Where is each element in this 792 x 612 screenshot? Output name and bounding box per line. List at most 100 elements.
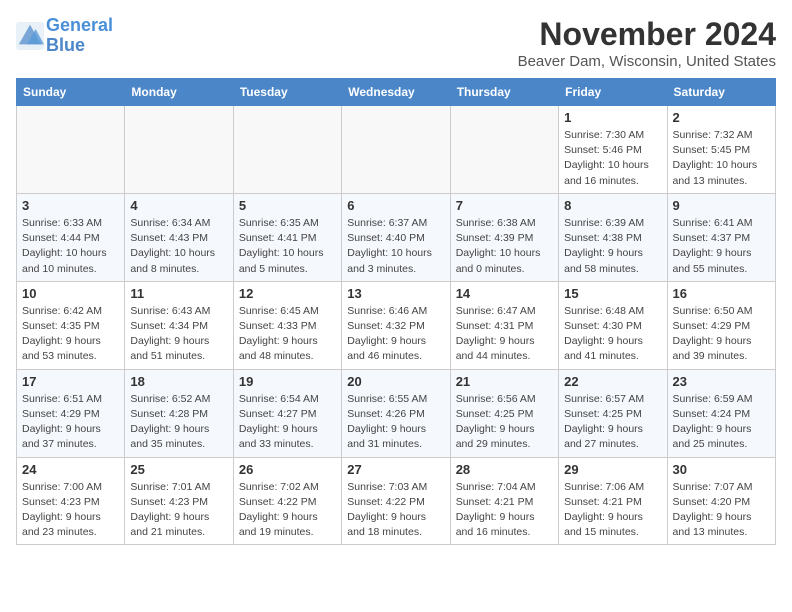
logo-icon [16, 22, 44, 50]
calendar-cell: 30 Sunrise: 7:07 AM Sunset: 4:20 PM Dayli… [667, 457, 775, 545]
col-header-monday: Monday [125, 79, 233, 106]
day-number: 13 [347, 286, 444, 301]
calendar-cell: 3Sunrise: 6:33 AM Sunset: 4:44 PM Daylig… [17, 193, 125, 281]
calendar-cell: 25 Sunrise: 7:01 AM Sunset: 4:23 PM Dayli… [125, 457, 233, 545]
day-info: Sunrise: 6:42 AM Sunset: 4:35 PM Dayligh… [22, 304, 119, 365]
logo-blue: Blue [46, 35, 85, 55]
col-header-wednesday: Wednesday [342, 79, 450, 106]
calendar-cell: 7 Sunrise: 6:38 AM Sunset: 4:39 PM Daylig… [450, 193, 558, 281]
calendar-cell: 10 Sunrise: 6:42 AM Sunset: 4:35 PM Dayli… [17, 281, 125, 369]
calendar-cell [450, 106, 558, 194]
day-info: Sunrise: 6:46 AM Sunset: 4:32 PM Dayligh… [347, 304, 444, 365]
day-number: 2 [673, 110, 770, 125]
calendar-cell: 19 Sunrise: 6:54 AM Sunset: 4:27 PM Dayli… [233, 369, 341, 457]
day-info: Sunrise: 7:32 AM Sunset: 5:45 PM Dayligh… [673, 128, 770, 189]
logo-text: General Blue [46, 16, 113, 56]
day-info: Sunrise: 6:35 AM Sunset: 4:41 PM Dayligh… [239, 216, 336, 277]
calendar-cell: 2 Sunrise: 7:32 AM Sunset: 5:45 PM Daylig… [667, 106, 775, 194]
logo-general: General [46, 15, 113, 35]
calendar-week-row: 17 Sunrise: 6:51 AM Sunset: 4:29 PM Dayli… [17, 369, 776, 457]
day-info: Sunrise: 6:41 AM Sunset: 4:37 PM Dayligh… [673, 216, 770, 277]
day-number: 30 [673, 462, 770, 477]
day-info: Sunrise: 6:48 AM Sunset: 4:30 PM Dayligh… [564, 304, 661, 365]
day-info: Sunrise: 7:06 AM Sunset: 4:21 PM Dayligh… [564, 480, 661, 541]
day-info: Sunrise: 7:02 AM Sunset: 4:22 PM Dayligh… [239, 480, 336, 541]
day-number: 19 [239, 374, 336, 389]
calendar-cell: 22Sunrise: 6:57 AM Sunset: 4:25 PM Dayli… [559, 369, 667, 457]
calendar-cell: 20 Sunrise: 6:55 AM Sunset: 4:26 PM Dayli… [342, 369, 450, 457]
calendar-cell: 29 Sunrise: 7:06 AM Sunset: 4:21 PM Dayli… [559, 457, 667, 545]
day-info: Sunrise: 7:30 AM Sunset: 5:46 PM Dayligh… [564, 128, 661, 189]
day-number: 17 [22, 374, 119, 389]
calendar-cell: 15 Sunrise: 6:48 AM Sunset: 4:30 PM Dayli… [559, 281, 667, 369]
day-number: 21 [456, 374, 553, 389]
day-info: Sunrise: 7:01 AM Sunset: 4:23 PM Dayligh… [130, 480, 227, 541]
day-number: 4 [130, 198, 227, 213]
day-number: 23 [673, 374, 770, 389]
day-info: Sunrise: 6:34 AM Sunset: 4:43 PM Dayligh… [130, 216, 227, 277]
day-number: 29 [564, 462, 661, 477]
day-number: 12 [239, 286, 336, 301]
page-header: General Blue November 2024 Beaver Dam, W… [16, 16, 776, 70]
title-block: November 2024 Beaver Dam, Wisconsin, Uni… [518, 16, 776, 70]
day-number: 15 [564, 286, 661, 301]
day-number: 10 [22, 286, 119, 301]
calendar-cell: 1 Sunrise: 7:30 AM Sunset: 5:46 PM Daylig… [559, 106, 667, 194]
calendar-cell [17, 106, 125, 194]
logo: General Blue [16, 16, 113, 56]
calendar-cell: 21 Sunrise: 6:56 AM Sunset: 4:25 PM Dayli… [450, 369, 558, 457]
calendar-cell: 16 Sunrise: 6:50 AM Sunset: 4:29 PM Dayli… [667, 281, 775, 369]
day-info: Sunrise: 6:47 AM Sunset: 4:31 PM Dayligh… [456, 304, 553, 365]
day-info: Sunrise: 6:54 AM Sunset: 4:27 PM Dayligh… [239, 392, 336, 453]
calendar-cell: 13 Sunrise: 6:46 AM Sunset: 4:32 PM Dayli… [342, 281, 450, 369]
day-number: 20 [347, 374, 444, 389]
day-number: 24 [22, 462, 119, 477]
col-header-saturday: Saturday [667, 79, 775, 106]
calendar-week-row: 10 Sunrise: 6:42 AM Sunset: 4:35 PM Dayli… [17, 281, 776, 369]
day-number: 8 [564, 198, 661, 213]
day-info: Sunrise: 6:45 AM Sunset: 4:33 PM Dayligh… [239, 304, 336, 365]
day-number: 16 [673, 286, 770, 301]
day-info: Sunrise: 7:07 AM Sunset: 4:20 PM Dayligh… [673, 480, 770, 541]
day-number: 14 [456, 286, 553, 301]
day-info: Sunrise: 6:56 AM Sunset: 4:25 PM Dayligh… [456, 392, 553, 453]
day-number: 27 [347, 462, 444, 477]
day-number: 9 [673, 198, 770, 213]
day-info: Sunrise: 6:55 AM Sunset: 4:26 PM Dayligh… [347, 392, 444, 453]
day-info: Sunrise: 6:37 AM Sunset: 4:40 PM Dayligh… [347, 216, 444, 277]
calendar-week-row: 1 Sunrise: 7:30 AM Sunset: 5:46 PM Daylig… [17, 106, 776, 194]
calendar-cell [342, 106, 450, 194]
day-number: 26 [239, 462, 336, 477]
day-info: Sunrise: 7:03 AM Sunset: 4:22 PM Dayligh… [347, 480, 444, 541]
day-number: 11 [130, 286, 227, 301]
day-number: 25 [130, 462, 227, 477]
day-info: Sunrise: 6:39 AM Sunset: 4:38 PM Dayligh… [564, 216, 661, 277]
calendar-cell: 23 Sunrise: 6:59 AM Sunset: 4:24 PM Dayli… [667, 369, 775, 457]
day-number: 7 [456, 198, 553, 213]
calendar-cell: 26 Sunrise: 7:02 AM Sunset: 4:22 PM Dayli… [233, 457, 341, 545]
day-info: Sunrise: 6:52 AM Sunset: 4:28 PM Dayligh… [130, 392, 227, 453]
calendar-cell: 12 Sunrise: 6:45 AM Sunset: 4:33 PM Dayli… [233, 281, 341, 369]
calendar-table: SundayMondayTuesdayWednesdayThursdayFrid… [16, 78, 776, 545]
calendar-cell: 17 Sunrise: 6:51 AM Sunset: 4:29 PM Dayli… [17, 369, 125, 457]
day-info: Sunrise: 6:59 AM Sunset: 4:24 PM Dayligh… [673, 392, 770, 453]
calendar-header-row: SundayMondayTuesdayWednesdayThursdayFrid… [17, 79, 776, 106]
day-info: Sunrise: 7:00 AM Sunset: 4:23 PM Dayligh… [22, 480, 119, 541]
month-title: November 2024 [518, 16, 776, 53]
day-number: 22 [564, 374, 661, 389]
day-number: 3 [22, 198, 119, 213]
calendar-cell: 27 Sunrise: 7:03 AM Sunset: 4:22 PM Dayli… [342, 457, 450, 545]
location-title: Beaver Dam, Wisconsin, United States [518, 53, 776, 70]
col-header-sunday: Sunday [17, 79, 125, 106]
day-info: Sunrise: 6:38 AM Sunset: 4:39 PM Dayligh… [456, 216, 553, 277]
calendar-cell: 18Sunrise: 6:52 AM Sunset: 4:28 PM Dayli… [125, 369, 233, 457]
day-number: 28 [456, 462, 553, 477]
col-header-tuesday: Tuesday [233, 79, 341, 106]
day-info: Sunrise: 6:43 AM Sunset: 4:34 PM Dayligh… [130, 304, 227, 365]
calendar-cell: 28Sunrise: 7:04 AM Sunset: 4:21 PM Dayli… [450, 457, 558, 545]
day-number: 1 [564, 110, 661, 125]
calendar-week-row: 3Sunrise: 6:33 AM Sunset: 4:44 PM Daylig… [17, 193, 776, 281]
day-info: Sunrise: 6:50 AM Sunset: 4:29 PM Dayligh… [673, 304, 770, 365]
day-info: Sunrise: 6:51 AM Sunset: 4:29 PM Dayligh… [22, 392, 119, 453]
calendar-cell: 14 Sunrise: 6:47 AM Sunset: 4:31 PM Dayli… [450, 281, 558, 369]
